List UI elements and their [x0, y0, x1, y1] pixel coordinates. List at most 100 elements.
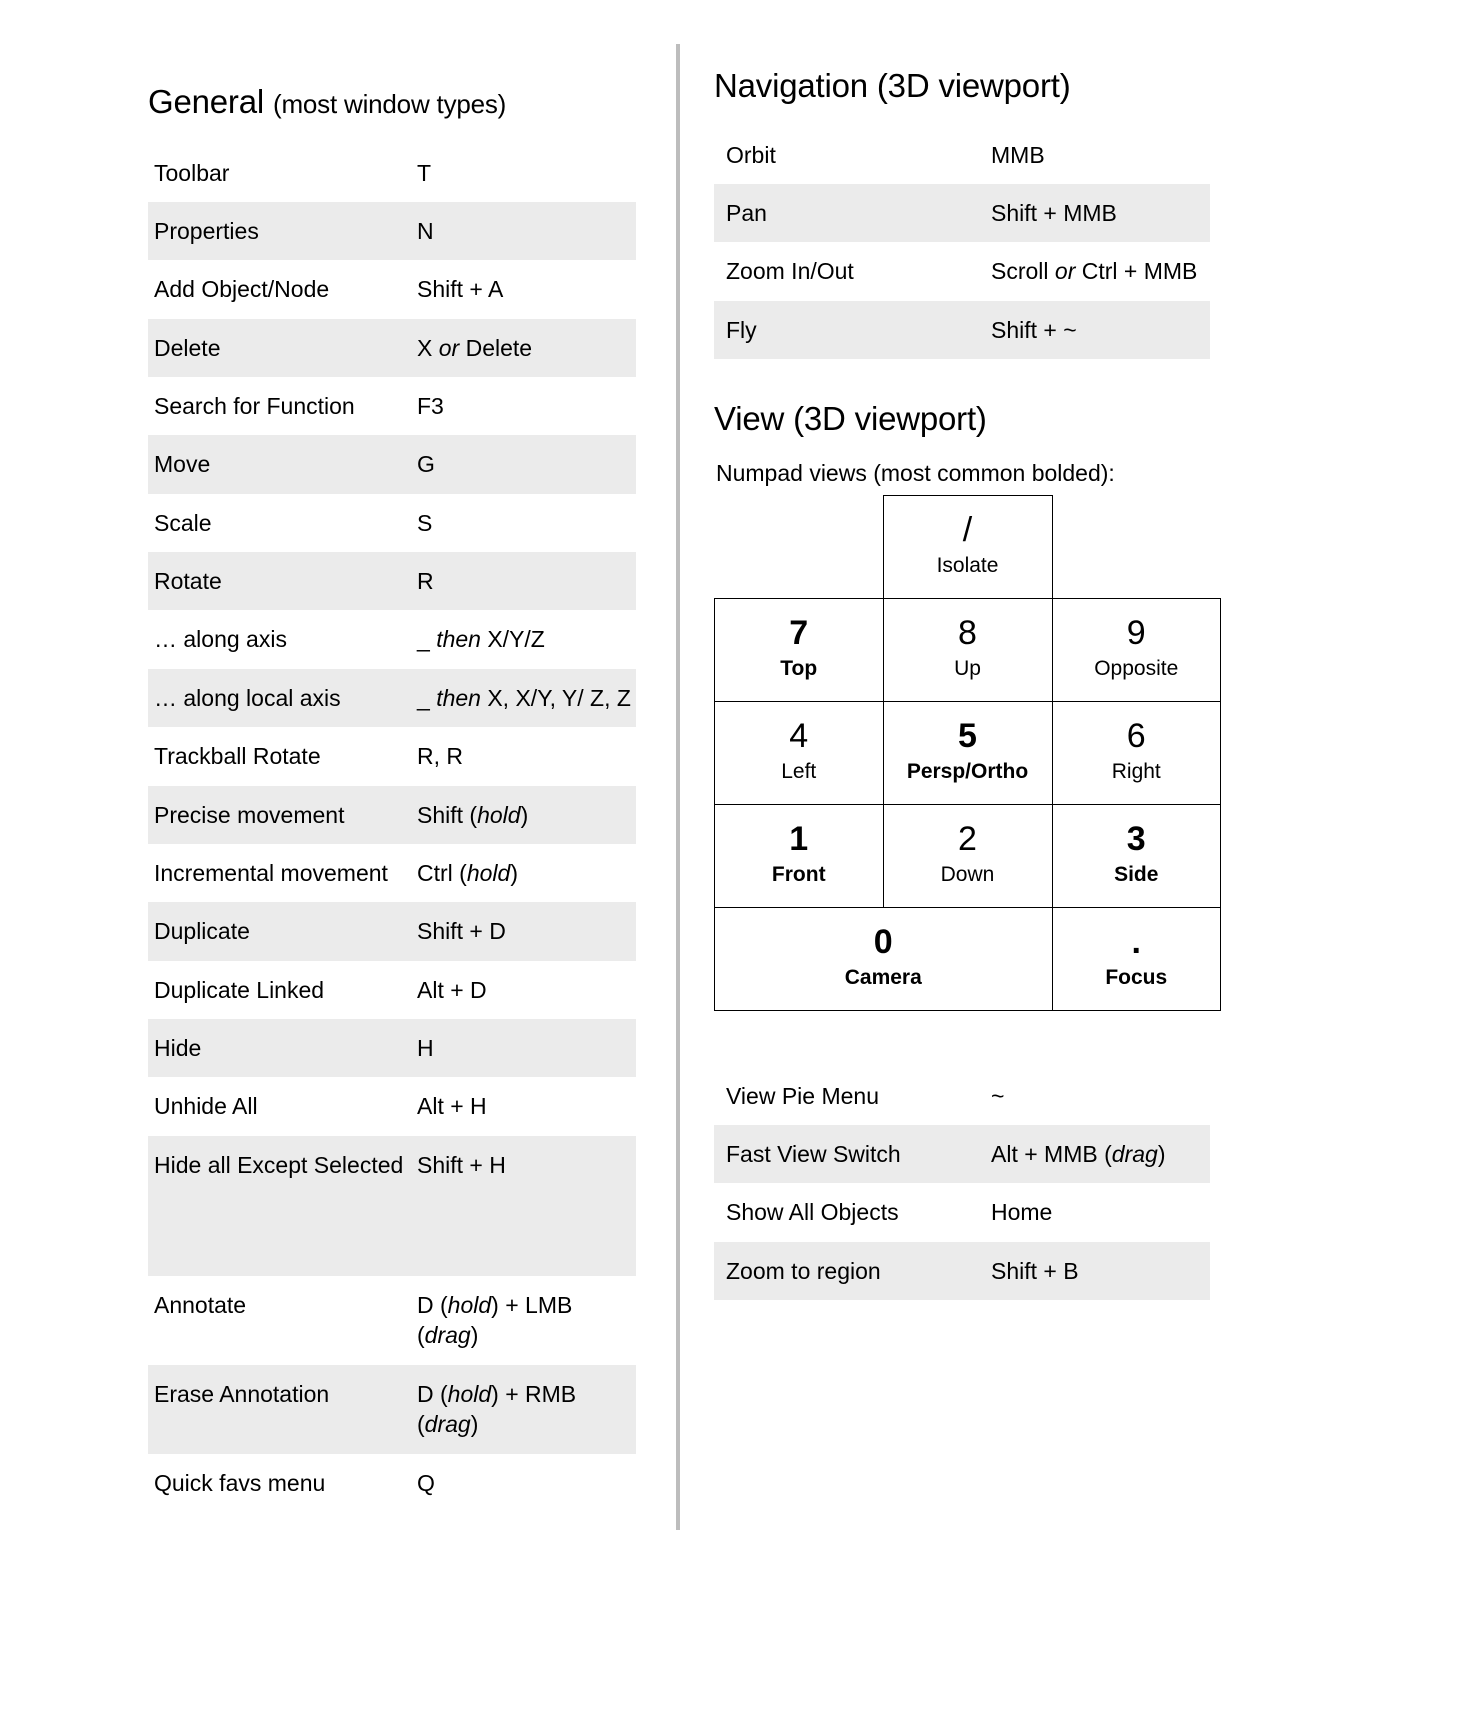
shortcut-action-label: Fast View Switch	[714, 1124, 977, 1184]
table-row: … along axis _ then X/Y/Z	[148, 610, 636, 668]
shortcut-action-label: Search for Function	[154, 393, 355, 420]
numpad-label: Opposite	[1094, 656, 1179, 680]
shortcut-action-label: Duplicate	[148, 902, 413, 961]
numpad-label: Persp/Ortho	[906, 759, 1029, 783]
shortcut-keys: D (hold) + LMB (drag)	[417, 1292, 573, 1349]
left-column: General (most window types) Toolbar T Prop…	[148, 82, 636, 1512]
right-column: Navigation (3D viewport) Orbit MMB Pan Shif…	[714, 66, 1221, 1300]
numpad-key: 7	[789, 614, 809, 653]
numpad-grid: / Isolate 7 Top 8 Up 9 Opposite 4 Left 5 Persp/Orth…	[714, 494, 1221, 1011]
table-row: Toolbar T	[148, 144, 636, 202]
shortcut-keys: Shift + D	[413, 902, 636, 961]
general-title-main: General	[148, 83, 265, 120]
numpad-cell-up[interactable]: 8 Up	[882, 597, 1053, 702]
numpad-label: Camera	[844, 965, 922, 989]
shortcut-keys: _ then X/Y/Z	[417, 626, 545, 653]
shortcut-action-label: Trackball Rotate	[154, 743, 321, 770]
numpad-cell-front[interactable]: 1 Front	[714, 803, 884, 908]
numpad-cell-isolate[interactable]: / Isolate	[882, 494, 1053, 599]
shortcut-keys: Shift (hold)	[413, 785, 636, 844]
shortcut-keys: Q	[417, 1469, 435, 1496]
shortcut-action-label: Pan	[714, 183, 977, 243]
table-row: Fly Shift + ~	[714, 300, 1210, 360]
table-row: Search for Function F3	[148, 377, 636, 435]
numpad-key: .	[1131, 923, 1141, 962]
numpad-label: Up	[954, 656, 981, 680]
numpad-label: Isolate	[936, 553, 999, 577]
shortcut-action-label: Zoom In/Out	[726, 258, 854, 285]
numpad-row: 4 Left 5 Persp/Ortho 6 Right	[714, 700, 1221, 805]
table-row: Duplicate Shift + D	[148, 902, 636, 961]
shortcut-action-label: Rotate	[148, 552, 413, 611]
shortcut-keys: MMB	[991, 141, 1045, 168]
table-row: Trackball Rotate R, R	[148, 727, 636, 785]
numpad-key: 3	[1126, 820, 1146, 859]
numpad-cell-opposite[interactable]: 9 Opposite	[1051, 597, 1221, 702]
numpad-cell-persp-ortho[interactable]: 5 Persp/Ortho	[882, 700, 1053, 805]
table-row: Properties N	[148, 201, 636, 261]
numpad-key: 1	[789, 820, 809, 859]
numpad-cell-left[interactable]: 4 Left	[714, 700, 884, 805]
shortcut-keys: H	[413, 1018, 636, 1078]
numpad-key: 9	[1126, 614, 1146, 653]
numpad-cell-side[interactable]: 3 Side	[1051, 803, 1221, 908]
shortcut-keys: Shift + H	[413, 1135, 636, 1277]
numpad-row: 7 Top 8 Up 9 Opposite	[714, 597, 1221, 702]
numpad-key: 8	[958, 614, 977, 653]
table-row: Rotate R	[148, 552, 636, 611]
shortcut-keys: Ctrl (hold)	[417, 859, 518, 886]
shortcut-keys: Shift + ~	[977, 300, 1210, 360]
numpad-cell-camera[interactable]: 0 Camera	[714, 906, 1053, 1011]
table-row: Orbit MMB	[714, 126, 1210, 184]
table-row: Erase Annotation D (hold) + RMB (drag)	[148, 1364, 636, 1454]
shortcut-keys: G	[413, 435, 636, 494]
shortcut-action-label: Annotate	[154, 1292, 247, 1319]
table-row: Delete X or Delete	[148, 318, 636, 378]
shortcut-action-label: Unhide All	[154, 1093, 258, 1120]
table-row: Pan Shift + MMB	[714, 183, 1210, 243]
numpad-cell-top[interactable]: 7 Top	[714, 597, 884, 702]
numpad-empty-cell	[715, 495, 884, 598]
general-shortcuts-table: Toolbar T Properties N Add Object/Node Shift …	[148, 144, 636, 1512]
shortcut-keys: ~	[991, 1082, 1005, 1109]
shortcut-keys: _ then X, X/Y, Y/ Z, Z	[413, 668, 636, 728]
table-row: Scale S	[148, 494, 636, 552]
numpad-cell-right[interactable]: 6 Right	[1051, 700, 1221, 805]
shortcut-action-label: Erase Annotation	[148, 1364, 413, 1454]
shortcut-keys: N	[413, 201, 636, 261]
shortcut-action-label: Quick favs menu	[154, 1469, 326, 1496]
shortcut-action-label: Delete	[148, 318, 413, 378]
table-row: Zoom to region Shift + B	[714, 1241, 1210, 1300]
numpad-key: 2	[958, 820, 977, 859]
shortcut-action-label: Add Object/Node	[154, 276, 330, 303]
table-row: … along local axis _ then X, X/Y, Y/ Z, Z	[148, 668, 636, 728]
table-row: View Pie Menu ~	[714, 1067, 1210, 1125]
numpad-label: Right	[1111, 759, 1161, 783]
shortcut-action-label: Zoom to region	[714, 1241, 977, 1300]
numpad-diagram: / Isolate 7 Top 8 Up 9 Opposite 4 Left 5 Persp/Orth…	[714, 494, 1221, 1011]
shortcut-keys: S	[417, 509, 433, 536]
shortcut-keys: R	[413, 552, 636, 611]
shortcut-action-label: Toolbar	[154, 159, 230, 186]
shortcut-action-label: … along local axis	[148, 668, 413, 728]
numpad-cell-down[interactable]: 2 Down	[882, 803, 1053, 908]
table-row: Precise movement Shift (hold)	[148, 785, 636, 844]
table-row: Fast View Switch Alt + MMB (drag)	[714, 1124, 1210, 1184]
table-row: Zoom In/Out Scroll or Ctrl + MMB	[714, 242, 1210, 300]
shortcut-keys: Scroll or Ctrl + MMB	[991, 258, 1198, 285]
cheatsheet-page: General (most window types) Toolbar T Prop…	[0, 0, 1458, 1722]
table-row: Incremental movement Ctrl (hold)	[148, 844, 636, 902]
shortcut-keys: R, R	[417, 743, 463, 770]
table-row: Quick favs menu Q	[148, 1454, 636, 1512]
numpad-key: 5	[958, 717, 977, 756]
shortcut-keys: F3	[417, 393, 444, 420]
shortcut-action-label: Hide	[148, 1018, 413, 1078]
numpad-cell-focus[interactable]: . Focus	[1051, 906, 1221, 1011]
numpad-empty-cell	[1052, 495, 1221, 598]
general-section-title: General (most window types)	[148, 82, 636, 122]
general-title-sub: (most window types)	[272, 89, 507, 119]
table-row: Hide H	[148, 1018, 636, 1078]
shortcut-action-label: Orbit	[726, 141, 776, 168]
shortcut-keys: Shift + MMB	[977, 183, 1210, 243]
